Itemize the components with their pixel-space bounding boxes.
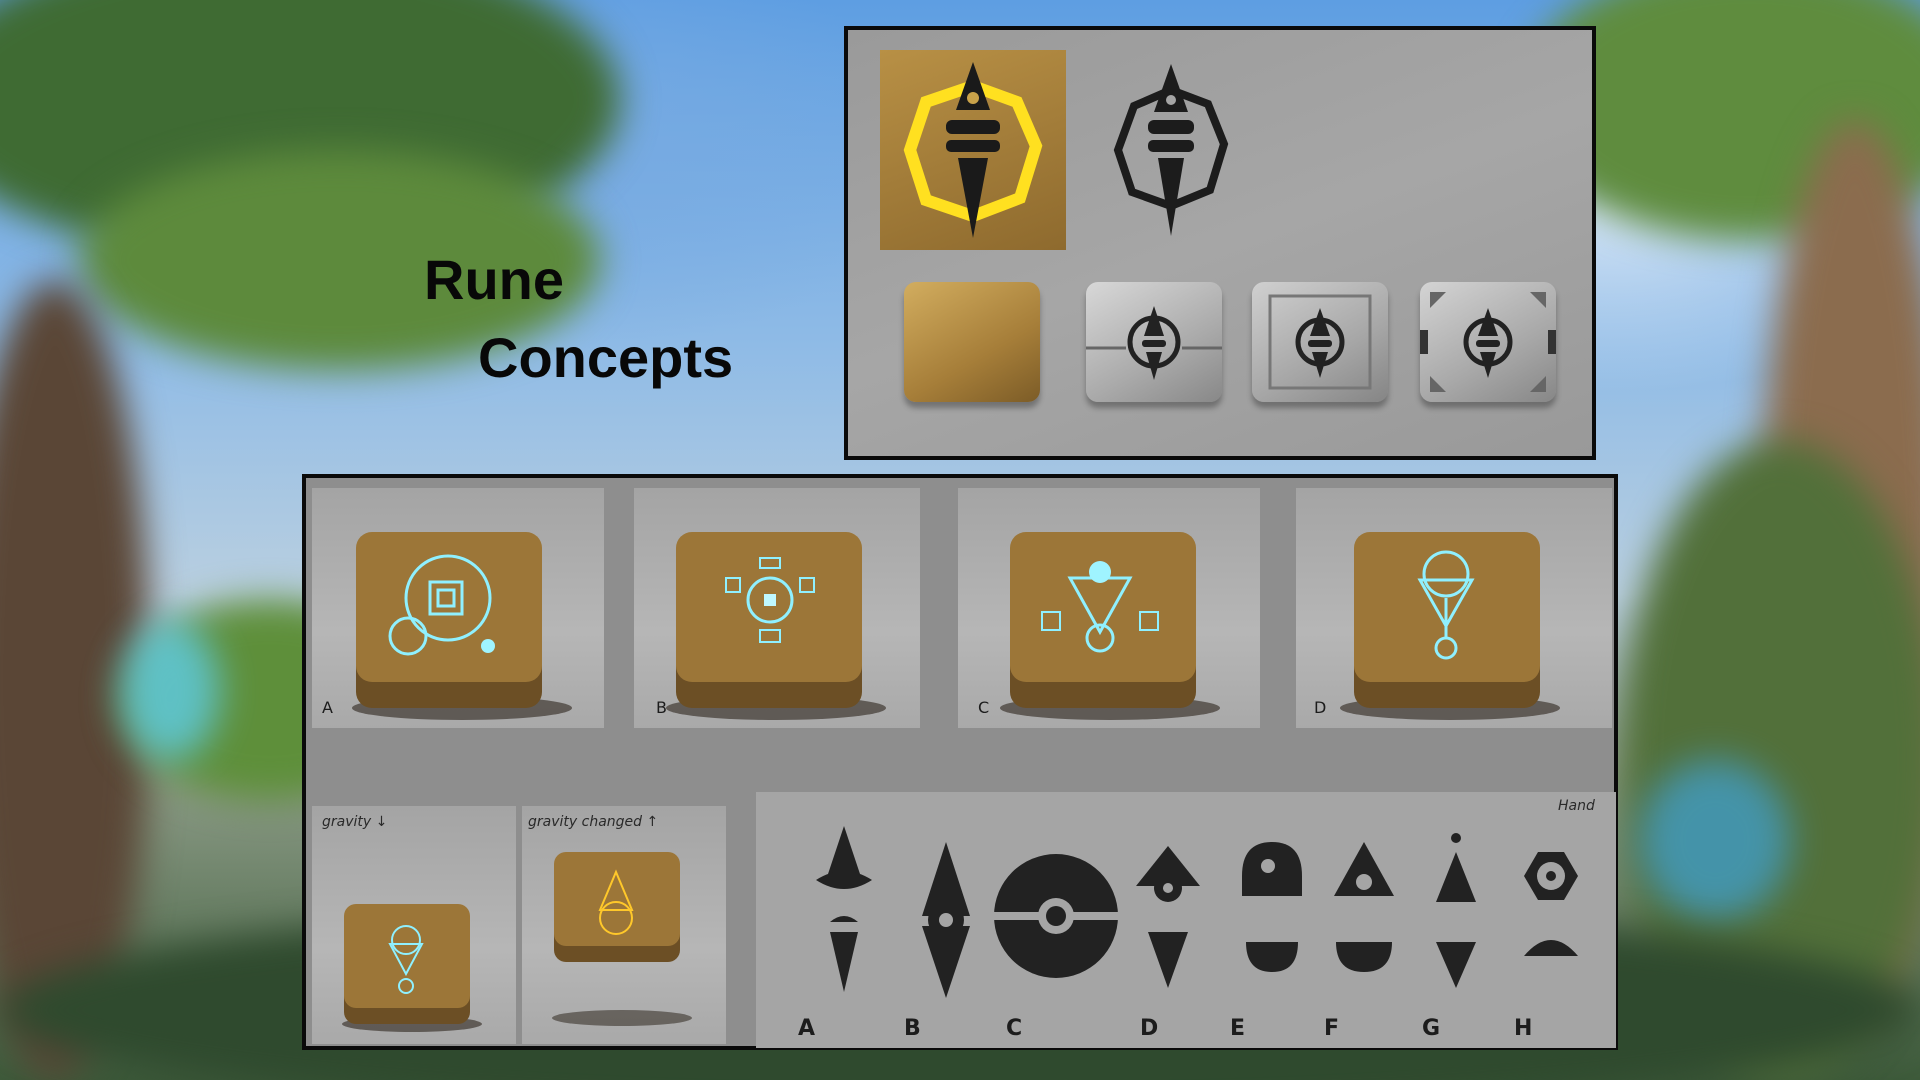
symbol-letter-f: F [1324,1016,1340,1041]
plain-stone-block [904,282,1040,402]
symbol-letter-g: G [1422,1016,1441,1041]
rune-symbol-sheet: Hand A B C D E F G H [756,792,1616,1048]
cube-concept-b: B [634,488,920,728]
rune-symbol-outline-icon [1096,60,1246,246]
rune-stone-block-3 [1420,282,1556,402]
cube-concept-a: A [312,488,604,728]
sheet-note: Hand [1558,798,1595,814]
gravity-down-concept: gravity ↓ [312,806,516,1044]
bottom-concept-panel: A B C D gravity ↓ gravity changed ↑ Hand… [302,474,1618,1050]
cube-concept-d: D [1296,488,1612,728]
rune-stone-block-1 [1086,282,1222,402]
cube-label-a: A [322,698,333,717]
title-line-2: Concepts [478,326,734,389]
symbol-letter-h: H [1514,1016,1533,1041]
cube-label-d: D [1314,698,1327,717]
rune-symbols-icon [816,826,1578,998]
rune-stone-block-2 [1252,282,1388,402]
top-rune-panel [844,26,1596,460]
gravity-changed-concept: gravity changed ↑ [522,806,726,1044]
cube-label-b: B [656,698,667,717]
title-line-1: Rune [424,248,564,311]
gravity-down-note: gravity ↓ [322,814,388,830]
symbol-letter-a: A [798,1016,816,1041]
symbol-letter-c: C [1006,1016,1023,1041]
symbol-letter-e: E [1230,1016,1246,1041]
symbol-letter-d: D [1140,1016,1159,1041]
gravity-changed-note: gravity changed ↑ [528,814,659,830]
glowing-rune-tile [880,50,1066,250]
cube-concept-c: C [958,488,1260,728]
cube-label-c: C [978,698,990,717]
symbol-letter-b: B [904,1016,921,1041]
